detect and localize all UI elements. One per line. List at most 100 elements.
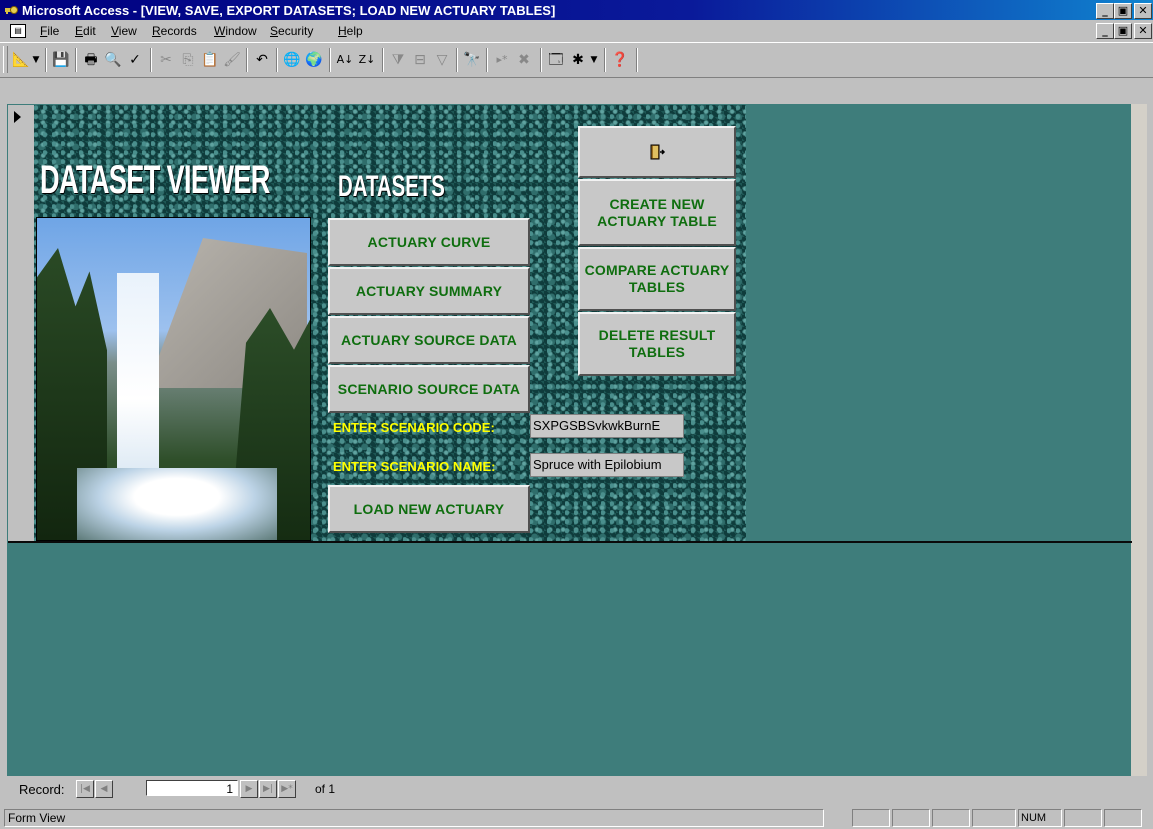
delete-result-tables-label: DELETE RESULT TABLES	[598, 327, 716, 360]
toolbar-separator	[246, 48, 248, 72]
record-number-input[interactable]: 1	[146, 780, 238, 796]
actuary-curve-label: ACTUARY CURVE	[367, 233, 491, 250]
filter-by-form-icon[interactable]: ⊟	[409, 49, 431, 71]
load-new-actuary-label: LOAD NEW ACTUARY	[353, 500, 505, 517]
toolbar-separator	[150, 48, 152, 72]
toolbar-separator	[540, 48, 542, 72]
new-object-icon[interactable]: ✱	[567, 49, 589, 71]
create-new-actuary-table-label: CREATE NEW ACTUARY TABLE	[597, 195, 717, 229]
compare-actuary-tables-label: COMPARE ACTUARY TABLES	[584, 262, 730, 295]
toolbar-separator	[75, 48, 77, 72]
status-cell	[972, 809, 1016, 827]
actuary-curve-button[interactable]: ACTUARY CURVE	[328, 218, 530, 266]
exit-button[interactable]	[578, 126, 736, 178]
section-divider	[8, 541, 1132, 543]
datasets-heading: DATASETS	[338, 170, 445, 203]
load-new-actuary-button[interactable]: LOAD NEW ACTUARY	[328, 485, 530, 533]
database-window-icon[interactable]: 🗔	[545, 49, 567, 71]
sort-ascending-icon[interactable]: A↓	[334, 49, 356, 71]
doc-minimize-button[interactable]: _	[1096, 23, 1114, 39]
menu-view[interactable]: View	[111, 24, 137, 38]
undo-icon[interactable]: ↶	[251, 49, 273, 71]
form-icon[interactable]: ▤	[10, 24, 26, 38]
actuary-source-data-label: ACTUARY SOURCE DATA	[341, 331, 517, 348]
toolbar-grip[interactable]	[3, 46, 8, 73]
status-cell	[852, 809, 890, 827]
menu-security[interactable]: Security	[270, 24, 313, 38]
title-bar: Microsoft Access - [VIEW, SAVE, EXPORT D…	[0, 0, 1153, 20]
help-icon[interactable]: ❓	[609, 49, 631, 71]
doc-close-button[interactable]: ✕	[1134, 23, 1152, 39]
next-record-button[interactable]: ▶	[240, 780, 258, 798]
menu-records[interactable]: Records	[152, 24, 197, 38]
minimize-button[interactable]: _	[1096, 3, 1114, 19]
save-icon[interactable]: 💾	[50, 49, 72, 71]
paste-icon[interactable]: 📋	[199, 49, 221, 71]
menu-bar: ▤ File Edit View Records Window Security…	[0, 21, 1153, 41]
scenario-source-data-label: SCENARIO SOURCE DATA	[337, 380, 521, 397]
menu-edit[interactable]: Edit	[75, 24, 96, 38]
toolbar-separator	[456, 48, 458, 72]
find-icon[interactable]: 🔭	[461, 49, 483, 71]
record-selector[interactable]	[8, 105, 35, 541]
status-cell	[892, 809, 930, 827]
toolbar: 📐 ▼ 💾 🖶 🔍 ✓ ✂ ⎘ 📋 🖌 ↶ 🌐 🌍 A↓ Z↓ ⧩ ⊟ ▽ 🔭 …	[0, 42, 1153, 78]
menu-window[interactable]: Window	[214, 24, 257, 38]
design-view-icon[interactable]: 📐	[10, 49, 32, 71]
scenario-name-field[interactable]: Spruce with Epilobium	[530, 453, 684, 477]
scenario-code-field[interactable]: SXPGSBSvkwkBurnE	[530, 414, 684, 438]
toolbar-separator	[382, 48, 384, 72]
toolbar-separator	[329, 48, 331, 72]
access-key-icon	[5, 6, 18, 14]
scenario-source-data-button[interactable]: SCENARIO SOURCE DATA	[328, 365, 530, 413]
menu-file[interactable]: File	[40, 24, 59, 38]
delete-record-icon[interactable]: ✖	[513, 49, 535, 71]
current-record-arrow-icon	[14, 111, 21, 123]
menu-help[interactable]: Help	[338, 24, 363, 38]
actuary-summary-button[interactable]: ACTUARY SUMMARY	[328, 267, 530, 315]
exit-door-icon	[650, 144, 666, 160]
copy-icon[interactable]: ⎘	[177, 49, 199, 71]
actuary-source-data-button[interactable]: ACTUARY SOURCE DATA	[328, 316, 530, 364]
delete-result-tables-button[interactable]: DELETE RESULT TABLES	[578, 312, 736, 376]
first-record-button[interactable]: |◀	[76, 780, 94, 798]
window-title: Microsoft Access - [VIEW, SAVE, EXPORT D…	[22, 3, 556, 18]
dropdown-arrow-icon[interactable]: ▼	[588, 49, 600, 71]
new-record-icon[interactable]: ▸*	[491, 49, 513, 71]
record-navigation: Record: |◀ ◀ 1 ▶ ▶| ▶* of 1	[8, 779, 1132, 799]
toolbar-separator	[486, 48, 488, 72]
filter-by-selection-icon[interactable]: ⧩	[387, 49, 409, 71]
cut-icon[interactable]: ✂	[155, 49, 177, 71]
apply-filter-icon[interactable]: ▽	[431, 49, 453, 71]
actuary-summary-label: ACTUARY SUMMARY	[355, 282, 503, 299]
status-bar: Form View NUM	[0, 807, 1153, 829]
format-painter-icon[interactable]: 🖌	[221, 49, 243, 71]
toolbar-separator	[636, 48, 638, 72]
vertical-scrollbar[interactable]	[1131, 104, 1147, 776]
num-lock-indicator: NUM	[1018, 809, 1062, 827]
spelling-icon[interactable]: ✓	[124, 49, 146, 71]
print-icon[interactable]: 🖶	[80, 49, 102, 71]
scenario-name-label: ENTER SCENARIO NAME:	[333, 459, 496, 474]
status-cell	[932, 809, 970, 827]
create-new-actuary-table-button[interactable]: CREATE NEW ACTUARY TABLE	[578, 179, 736, 246]
web-toolbar-icon[interactable]: 🌍	[303, 49, 325, 71]
compare-actuary-tables-button[interactable]: COMPARE ACTUARY TABLES	[578, 247, 736, 311]
dropdown-arrow-icon[interactable]: ▼	[30, 49, 42, 71]
status-cell	[1104, 809, 1142, 827]
restore-button[interactable]: ▣	[1114, 3, 1132, 19]
toolbar-separator	[276, 48, 278, 72]
record-label: Record:	[19, 782, 65, 797]
record-count: of 1	[315, 782, 336, 796]
scenario-code-label: ENTER SCENARIO CODE:	[333, 420, 495, 435]
last-record-button[interactable]: ▶|	[259, 780, 277, 798]
sort-descending-icon[interactable]: Z↓	[356, 49, 378, 71]
insert-hyperlink-icon[interactable]: 🌐	[281, 49, 303, 71]
status-cell	[1064, 809, 1102, 827]
waterfall-image	[36, 217, 311, 541]
close-button[interactable]: ✕	[1134, 3, 1152, 19]
doc-restore-button[interactable]: ▣	[1114, 23, 1132, 39]
print-preview-icon[interactable]: 🔍	[102, 49, 124, 71]
previous-record-button[interactable]: ◀	[95, 780, 113, 798]
new-record-nav-button[interactable]: ▶*	[278, 780, 296, 798]
